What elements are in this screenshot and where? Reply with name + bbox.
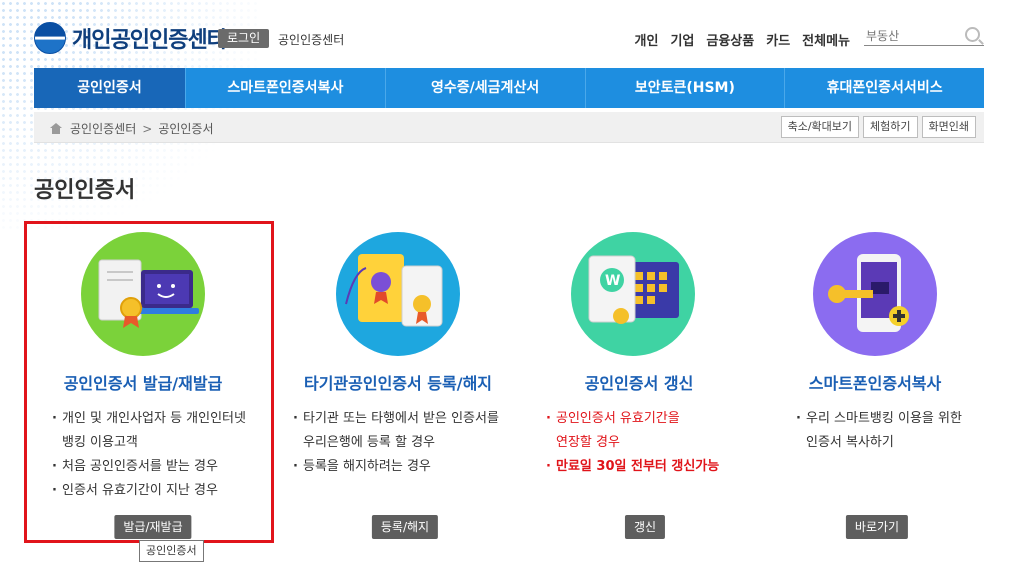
- desc-item-warning: 만료일 30일 전부터 갱신가능: [546, 455, 756, 479]
- renew-button[interactable]: 갱신: [624, 515, 666, 539]
- menu-security-token[interactable]: 보안토큰(HSM): [584, 68, 785, 108]
- breadcrumb-item-current: 공인인증서: [158, 122, 214, 136]
- desc-item-warning-cont: 연장할 경우: [556, 435, 620, 450]
- desc-item-cont: 인증서 복사하기: [806, 435, 894, 450]
- certificate-laptop-icon: [81, 232, 205, 356]
- card-description: 우리 스마트뱅킹 이용을 위한 인증서 복사하기: [796, 407, 1006, 455]
- card-renew: W 공인인증서 갱신 공인인증서 유효기간을 연장할 경우 만료일 30일 전부…: [518, 225, 748, 545]
- page-title: 공인인증서: [34, 178, 136, 203]
- search-input[interactable]: [864, 29, 962, 43]
- desc-item: 타기관 또는 타행에서 받은 인증서를: [293, 407, 503, 431]
- breadcrumb-separator: >: [142, 121, 153, 136]
- desc-item-cont: 뱅킹 이용고객: [62, 435, 138, 450]
- desc-item-cont: 우리은행에 등록 할 경우: [303, 435, 435, 450]
- tooltip: 공인인증서: [139, 540, 204, 562]
- login-button[interactable]: 로그인: [218, 29, 270, 48]
- menu-mobile-cert[interactable]: 휴대폰인증서서비스: [784, 68, 984, 108]
- card-title: 공인인증서 갱신: [584, 374, 694, 393]
- breadcrumb: 공인인증센터 > 공인인증서: [50, 120, 214, 137]
- breadcrumb-item[interactable]: 공인인증센터: [70, 120, 136, 137]
- top-nav: 개인 기업 금융상품 카드 전체메뉴: [635, 30, 850, 49]
- desc-item: 우리 스마트뱅킹 이용을 위한: [796, 407, 1006, 431]
- page-tools: 축소/확대보기 체험하기 화면인쇄: [780, 116, 976, 138]
- nav-card[interactable]: 카드: [766, 30, 790, 49]
- home-icon[interactable]: [50, 123, 62, 134]
- card-register: 타기관공인인증서 등록/해지 타기관 또는 타행에서 받은 인증서를 우리은행에…: [283, 225, 513, 545]
- logo-text: 개인공인인증센터: [72, 28, 227, 53]
- svg-text:W: W: [605, 273, 620, 289]
- site-logo[interactable]: 개인공인인증센터: [34, 22, 227, 54]
- nav-personal[interactable]: 개인: [635, 30, 659, 49]
- card-description: 개인 및 개인사업자 등 개인인터넷 뱅킹 이용고객 처음 공인인증서를 받는 …: [52, 407, 262, 503]
- certificate-scroll-icon: [336, 232, 460, 356]
- menu-receipt-tax[interactable]: 영수증/세금계산서: [384, 68, 585, 108]
- card-smartphone-copy: 스마트폰인증서복사 우리 스마트뱅킹 이용을 위한 인증서 복사하기 바로가기: [760, 225, 990, 545]
- search-icon[interactable]: [965, 27, 980, 42]
- nav-all-menu[interactable]: 전체메뉴: [802, 30, 850, 49]
- main-menu: 공인인증서 스마트폰인증서복사 영수증/세금계산서 보안토큰(HSM) 휴대폰인…: [34, 68, 984, 108]
- zoom-button[interactable]: 축소/확대보기: [780, 116, 860, 138]
- card-description: 공인인증서 유효기간을 연장할 경우 만료일 30일 전부터 갱신가능: [546, 407, 756, 479]
- search-box: [864, 25, 984, 46]
- go-button[interactable]: 바로가기: [845, 515, 909, 539]
- desc-item: 개인 및 개인사업자 등 개인인터넷: [52, 407, 262, 431]
- card-title: 스마트폰인증서복사: [808, 374, 942, 393]
- card-description: 타기관 또는 타행에서 받은 인증서를 우리은행에 등록 할 경우 등록을 해지…: [293, 407, 503, 479]
- desc-item: 인증서 유효기간이 지난 경우: [52, 479, 262, 503]
- print-button[interactable]: 화면인쇄: [921, 116, 976, 138]
- card-issue: 공인인증서 발급/재발급 개인 및 개인사업자 등 개인인터넷 뱅킹 이용고객 …: [28, 225, 258, 545]
- menu-smartphone-copy[interactable]: 스마트폰인증서복사: [185, 68, 385, 108]
- register-button[interactable]: 등록/해지: [371, 515, 439, 539]
- smartphone-key-icon: [813, 232, 937, 356]
- nav-products[interactable]: 금융상품: [706, 30, 754, 49]
- breadcrumb-bar: 공인인증센터 > 공인인증서 축소/확대보기 체험하기 화면인쇄: [34, 112, 984, 143]
- bank-logo-icon: [34, 22, 66, 54]
- desc-item: 등록을 해지하려는 경우: [293, 455, 503, 479]
- issue-button[interactable]: 발급/재발급: [114, 515, 192, 539]
- card-title: 공인인증서 발급/재발급: [63, 374, 223, 393]
- menu-certificate[interactable]: 공인인증서: [34, 68, 185, 108]
- center-link[interactable]: 공인인증센터: [278, 31, 344, 48]
- desc-item-warning: 공인인증서 유효기간을: [546, 407, 756, 431]
- desc-item: 처음 공인인증서를 받는 경우: [52, 455, 262, 479]
- card-title: 타기관공인인증서 등록/해지: [303, 374, 493, 393]
- calendar-certificate-icon: W: [571, 232, 695, 356]
- nav-business[interactable]: 기업: [670, 30, 694, 49]
- experience-button[interactable]: 체험하기: [863, 116, 918, 138]
